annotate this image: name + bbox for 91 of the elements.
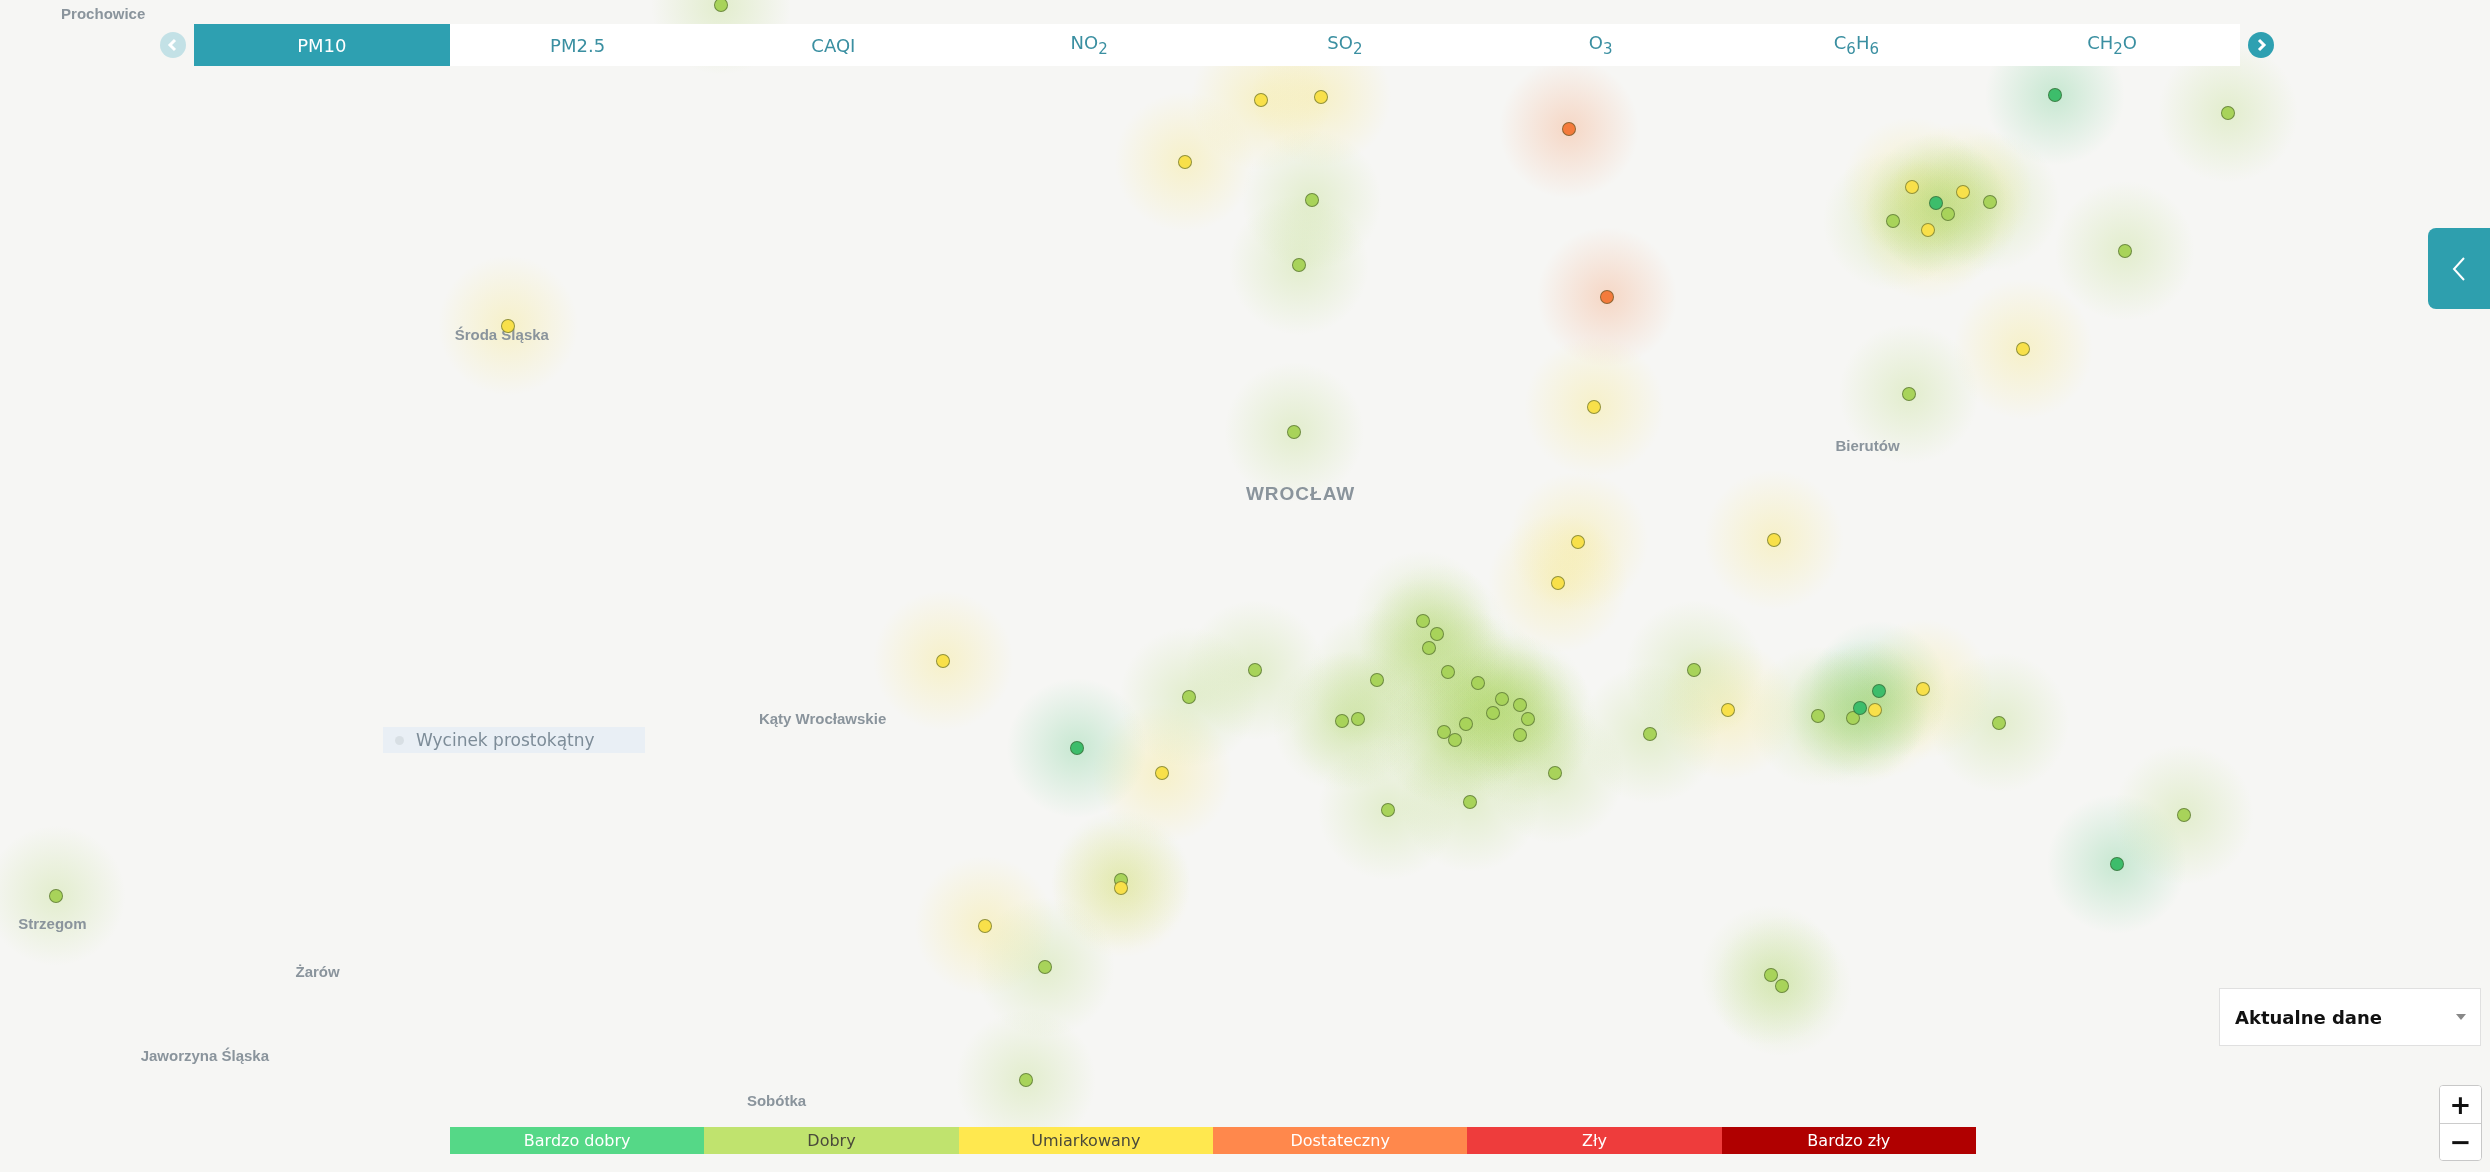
sensor-marker[interactable]: [1811, 709, 1826, 724]
sensor-marker[interactable]: [2109, 856, 2124, 871]
sensor-marker[interactable]: [1292, 258, 1306, 273]
sensor-marker[interactable]: [48, 888, 63, 903]
sensor-marker[interactable]: [1512, 728, 1527, 743]
sensor-marker[interactable]: [1436, 725, 1451, 740]
place-label: Prochowice: [61, 6, 146, 23]
side-panel-toggle[interactable]: [2428, 228, 2490, 309]
sensor-marker[interactable]: [2176, 807, 2191, 822]
sensor-marker[interactable]: [1571, 534, 1586, 549]
sensor-marker[interactable]: [1766, 532, 1781, 547]
selection-tool[interactable]: Wycinek prostokątny: [383, 727, 645, 753]
sensor-marker[interactable]: [936, 653, 951, 668]
sensor-marker[interactable]: [1687, 663, 1702, 678]
sensor-marker[interactable]: [1642, 726, 1657, 741]
place-label: Sobótka: [746, 1092, 807, 1109]
sensor-marker[interactable]: [1155, 766, 1170, 781]
sensor-marker[interactable]: [1550, 575, 1565, 590]
legend-item: Dobry: [704, 1127, 959, 1154]
sensor-marker[interactable]: [1774, 979, 1789, 994]
sensor-marker[interactable]: [1852, 701, 1867, 716]
legend-item: Zły: [1467, 1127, 1722, 1154]
data-select[interactable]: Aktualne dane: [2219, 988, 2481, 1046]
sensor-marker[interactable]: [1441, 664, 1456, 679]
sensor-marker[interactable]: [2016, 342, 2031, 357]
sensor-marker[interactable]: [1982, 194, 1997, 209]
sensor-marker[interactable]: [1561, 121, 1576, 136]
sensor-marker[interactable]: [1720, 702, 1735, 717]
sensor-marker[interactable]: [1463, 794, 1478, 809]
sensor-marker[interactable]: [1304, 193, 1319, 208]
legend-item: Bardzo zły: [1721, 1127, 1976, 1154]
sensor-marker[interactable]: [1600, 289, 1615, 304]
sensor-marker[interactable]: [1350, 712, 1365, 727]
sensor-marker[interactable]: [2220, 105, 2235, 120]
sensor-marker[interactable]: [1247, 663, 1262, 678]
place-label: Strzegom: [18, 916, 87, 933]
sensor-marker[interactable]: [1458, 717, 1473, 732]
sensor-marker[interactable]: [1928, 196, 1943, 211]
sensor-marker[interactable]: [1037, 960, 1052, 975]
place-label: Kąty Wrocławskie: [758, 711, 887, 728]
chevron-left-icon: [167, 38, 179, 52]
sensor-marker[interactable]: [1485, 706, 1500, 721]
sensor-marker[interactable]: [1182, 690, 1197, 705]
sensor-marker[interactable]: [1334, 714, 1349, 728]
sensor-marker[interactable]: [1415, 613, 1430, 628]
sensor-marker[interactable]: [1253, 93, 1268, 108]
sensor-marker[interactable]: [1916, 682, 1931, 697]
chevron-right-icon: [2255, 38, 2267, 52]
sensor-marker[interactable]: [1920, 223, 1935, 238]
sensor-marker[interactable]: [1422, 640, 1437, 655]
pollutant-tab[interactable]: PM10: [194, 24, 450, 66]
sensor-marker[interactable]: [1369, 672, 1384, 687]
place-label: Bierutów: [1835, 438, 1900, 455]
sensor-marker[interactable]: [1901, 386, 1916, 401]
sensor-marker[interactable]: [1447, 733, 1462, 748]
next-button[interactable]: [2248, 32, 2274, 58]
sensor-marker[interactable]: [1992, 715, 2007, 730]
sensor-marker[interactable]: [1547, 766, 1562, 781]
sensor-marker[interactable]: [1177, 154, 1192, 169]
sensor-marker[interactable]: [1512, 698, 1527, 713]
chevron-icon: [2451, 255, 2467, 282]
sensor-marker[interactable]: [1314, 89, 1329, 104]
sensor-marker[interactable]: [1587, 399, 1602, 414]
sensor-marker[interactable]: [1904, 180, 1919, 195]
sensor-marker[interactable]: [1846, 710, 1861, 725]
sensor-marker[interactable]: [2117, 243, 2132, 258]
caret-icon: [2456, 1014, 2466, 1020]
place-label: Żarów: [295, 963, 340, 981]
sensor-marker[interactable]: [1868, 702, 1883, 717]
sensor-marker[interactable]: [1018, 1072, 1033, 1087]
sensor-marker[interactable]: [1069, 740, 1084, 755]
sensor-marker[interactable]: [1941, 207, 1956, 222]
legend-item: Bardzo dobry: [450, 1127, 705, 1154]
sensor-marker[interactable]: [1871, 683, 1886, 698]
sensor-marker[interactable]: [1763, 968, 1778, 983]
legend-item: Umiarkowany: [958, 1127, 1213, 1154]
sensor-marker[interactable]: [2047, 88, 2062, 103]
sensor-marker[interactable]: [1955, 185, 1970, 200]
sensor-marker[interactable]: [1495, 691, 1510, 706]
sensor-marker[interactable]: [1380, 802, 1395, 817]
zoom-out-button[interactable]: −: [2440, 1123, 2481, 1160]
sensor-marker[interactable]: [1885, 213, 1900, 228]
legend-item: Dostateczny: [1213, 1127, 1468, 1154]
place-label: Jaworzyna Śląska: [140, 1047, 270, 1065]
place-label: WROCŁAW: [1245, 483, 1356, 505]
sensor-marker[interactable]: [1287, 424, 1302, 439]
sensor-marker[interactable]: [977, 918, 992, 933]
sensor-marker[interactable]: [1520, 712, 1535, 727]
sensor-marker[interactable]: [1430, 626, 1445, 641]
sensor-marker[interactable]: [1471, 675, 1486, 690]
sensor-marker[interactable]: [713, 0, 728, 12]
